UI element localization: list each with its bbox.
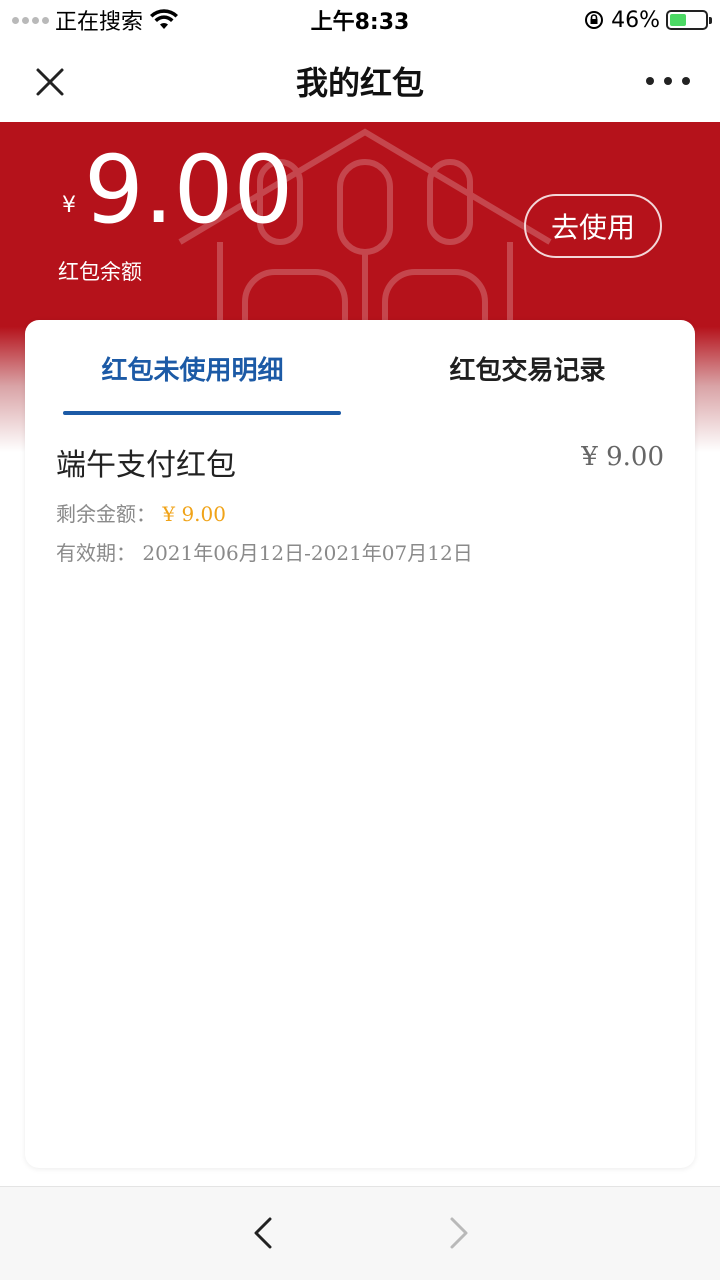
page-title: 我的红包	[295, 64, 424, 102]
battery-level-fill	[670, 14, 686, 26]
packet-amount: ¥ 9.00	[581, 442, 664, 472]
status-right: 46%	[583, 7, 712, 33]
currency-symbol: ¥	[62, 193, 76, 218]
status-bar: 正在搜索 上午8:33 46%	[0, 0, 720, 40]
close-icon[interactable]	[28, 60, 72, 104]
list-item[interactable]: 端午支付红包 ¥ 9.00 剩余金额： ¥ 9.00 有效期： 2021年06月…	[56, 440, 664, 566]
battery-icon	[666, 10, 712, 30]
remaining-label: 剩余金额：	[56, 502, 156, 526]
validity-value: 2021年06月12日-2021年07月12日	[142, 541, 473, 565]
packet-validity: 有效期： 2021年06月12日-2021年07月12日	[56, 537, 664, 566]
packet-remaining: 剩余金额： ¥ 9.00	[56, 498, 664, 527]
status-left: 正在搜索	[12, 4, 179, 36]
tab-unused-details[interactable]: 红包未使用明细	[25, 320, 360, 416]
wifi-icon	[150, 9, 179, 29]
balance-amount-row: ¥ 9.00	[62, 144, 293, 238]
balance-label: 红包余额	[58, 260, 142, 284]
details-card: 红包未使用明细 红包交易记录 端午支付红包 ¥ 9.00 剩余金额： ¥ 9.0…	[25, 320, 695, 1168]
packet-title: 端午支付红包	[56, 448, 236, 483]
forward-arrow-icon[interactable]	[440, 1213, 476, 1253]
signal-icon	[12, 16, 49, 24]
battery-percent: 46%	[611, 7, 660, 33]
page: 正在搜索 上午8:33 46% 我的红包 ¥ 9.00 红包余额 去使用 红包未…	[0, 0, 720, 1280]
nav-bar: 我的红包	[0, 40, 720, 122]
tab-transaction-records[interactable]: 红包交易记录	[360, 320, 695, 416]
back-arrow-icon[interactable]	[246, 1213, 282, 1253]
remaining-value: ¥ 9.00	[162, 502, 226, 526]
carrier-text: 正在搜索	[55, 10, 144, 35]
active-tab-indicator	[63, 411, 341, 415]
balance-amount: 9.00	[84, 136, 294, 245]
rotation-lock-icon	[585, 11, 604, 29]
tab-bar: 红包未使用明细 红包交易记录	[25, 320, 695, 416]
bottom-toolbar	[0, 1186, 720, 1280]
validity-label: 有效期：	[56, 541, 136, 565]
more-icon[interactable]	[646, 66, 690, 96]
use-now-button[interactable]: 去使用	[524, 194, 662, 258]
